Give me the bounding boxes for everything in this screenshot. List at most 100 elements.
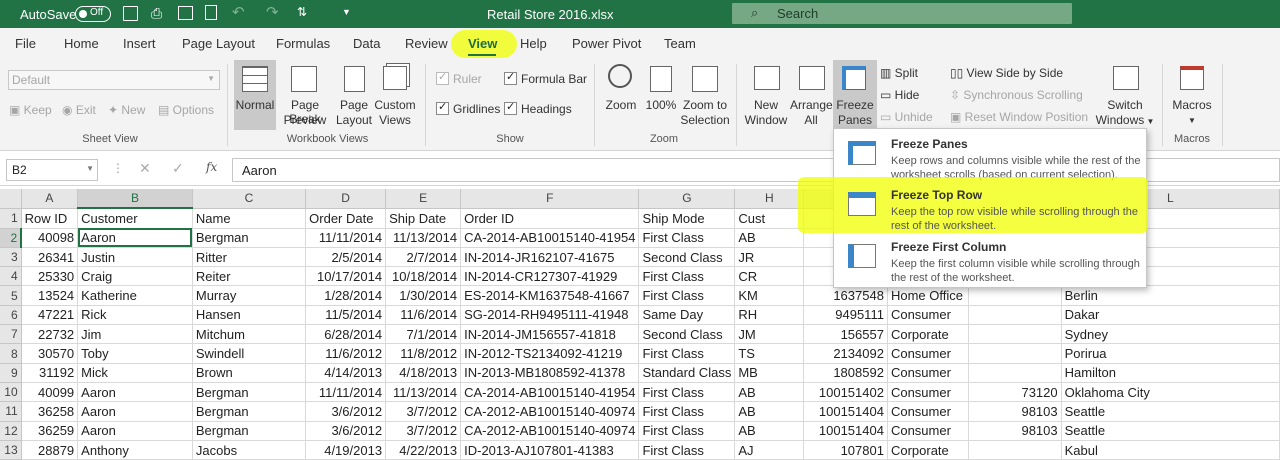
- tab-team[interactable]: Team: [664, 36, 696, 51]
- cell[interactable]: AB: [734, 228, 805, 248]
- cell[interactable]: 3/6/2012: [305, 401, 387, 422]
- enter-icon[interactable]: ✓: [172, 160, 184, 177]
- column-header[interactable]: F: [460, 189, 640, 209]
- cell[interactable]: IN-2012-TS2134092-41219: [460, 343, 640, 364]
- cell[interactable]: Swindell: [192, 343, 307, 364]
- cell[interactable]: CA-2012-AB10015140-40974: [460, 421, 640, 441]
- cell[interactable]: 2134092: [803, 343, 888, 364]
- cell[interactable]: CA-2014-AB10015140-41954: [460, 228, 640, 248]
- row-header[interactable]: 5: [0, 285, 22, 306]
- new-view-button[interactable]: ✦ New: [108, 103, 145, 117]
- cell[interactable]: 73120: [968, 382, 1062, 403]
- view-side-by-side-button[interactable]: ▯▯ View Side by Side: [950, 66, 1063, 80]
- keep-button[interactable]: ▣ Keep: [9, 103, 52, 117]
- cell[interactable]: 2/7/2014: [385, 247, 462, 268]
- cell[interactable]: Home Office: [887, 285, 970, 306]
- cell[interactable]: AB: [734, 401, 805, 422]
- cell[interactable]: Second Class: [638, 247, 736, 268]
- table-icon[interactable]: [178, 6, 193, 20]
- cell[interactable]: Consumer: [887, 421, 970, 441]
- cell[interactable]: Second Class: [638, 324, 736, 345]
- menu-item-freeze-first-column[interactable]: Freeze First Column Keep the first colum…: [834, 234, 1146, 284]
- cell[interactable]: First Class: [638, 285, 736, 306]
- cell[interactable]: Aaron: [77, 382, 193, 403]
- tab-view[interactable]: View: [468, 36, 497, 51]
- page-break-preview-button[interactable]: Page Break Preview: [277, 60, 333, 130]
- cell[interactable]: 107801: [803, 440, 888, 460]
- cell[interactable]: Consumer: [887, 401, 970, 422]
- redo-icon[interactable]: ↷: [266, 3, 279, 21]
- cell[interactable]: Hamilton: [1061, 363, 1280, 383]
- tab-formulas[interactable]: Formulas: [276, 36, 330, 51]
- tab-power-pivot[interactable]: Power Pivot: [572, 36, 641, 51]
- cell[interactable]: ES-2014-KM1637548-41667: [460, 285, 640, 306]
- cell[interactable]: IN-2014-JM156557-41818: [460, 324, 640, 345]
- column-header[interactable]: C: [192, 189, 307, 209]
- cell[interactable]: Seattle: [1061, 421, 1280, 441]
- cell[interactable]: 6/28/2014: [305, 324, 387, 345]
- cell[interactable]: AB: [734, 382, 805, 403]
- gridlines-checkbox[interactable]: Gridlines: [436, 100, 500, 116]
- cell[interactable]: [968, 363, 1062, 383]
- cell[interactable]: 100151402: [803, 382, 888, 403]
- cell[interactable]: KM: [734, 285, 805, 306]
- search-box[interactable]: ⌕ Search: [732, 3, 1072, 24]
- cell[interactable]: 13524: [21, 285, 79, 306]
- cell[interactable]: IN-2013-MB1808592-41378: [460, 363, 640, 383]
- freeze-panes-button[interactable]: Freeze Panes ▼: [833, 60, 877, 142]
- cell[interactable]: 3/7/2012: [385, 421, 462, 441]
- cell[interactable]: 40099: [21, 382, 79, 403]
- split-button[interactable]: ▥ Split: [880, 66, 918, 80]
- cell[interactable]: 3/6/2012: [305, 421, 387, 441]
- cell[interactable]: 1/30/2014: [385, 285, 462, 306]
- cell[interactable]: 11/5/2014: [305, 305, 387, 326]
- row-header[interactable]: 9: [0, 363, 22, 383]
- page-layout-button[interactable]: Page Layout: [335, 60, 373, 130]
- cell[interactable]: First Class: [638, 382, 736, 403]
- cell[interactable]: Row ID: [21, 208, 79, 229]
- hide-button[interactable]: ▭ Hide: [880, 88, 919, 102]
- cell[interactable]: [968, 440, 1062, 460]
- cell[interactable]: Berlin: [1061, 285, 1280, 306]
- cell[interactable]: 26341: [21, 247, 79, 268]
- cell[interactable]: [968, 343, 1062, 364]
- cell[interactable]: Order ID: [460, 208, 640, 229]
- cell[interactable]: Order Date: [305, 208, 387, 229]
- cell[interactable]: Consumer: [887, 343, 970, 364]
- cell[interactable]: 4/14/2013: [305, 363, 387, 383]
- cell[interactable]: CA-2014-AB10015140-41954: [460, 382, 640, 403]
- cell[interactable]: 1637548: [803, 285, 888, 306]
- cell[interactable]: Kabul: [1061, 440, 1280, 460]
- cell[interactable]: 28879: [21, 440, 79, 460]
- headings-checkbox[interactable]: Headings: [504, 100, 572, 116]
- cell[interactable]: First Class: [638, 421, 736, 441]
- cell[interactable]: Aaron: [77, 401, 193, 422]
- sheet-view-select[interactable]: Default ▼: [8, 70, 220, 90]
- cell[interactable]: Seattle: [1061, 401, 1280, 422]
- cell[interactable]: MB: [734, 363, 805, 383]
- row-header[interactable]: 6: [0, 305, 22, 326]
- cell[interactable]: 40098: [21, 228, 79, 248]
- column-header[interactable]: A: [21, 189, 79, 209]
- cell[interactable]: ID-2013-AJ107801-41383: [460, 440, 640, 460]
- customize-qat-icon[interactable]: ▼: [342, 7, 351, 17]
- cell[interactable]: Bergman: [192, 421, 307, 441]
- unhide-button[interactable]: ▭ Unhide: [880, 110, 933, 124]
- switch-windows-button[interactable]: Switch Windows ▼: [1095, 60, 1155, 130]
- cell[interactable]: 156557: [803, 324, 888, 345]
- cell[interactable]: 11/8/2012: [385, 343, 462, 364]
- tab-home[interactable]: Home: [64, 36, 99, 51]
- cell[interactable]: Jim: [77, 324, 193, 345]
- cell[interactable]: 10/18/2014: [385, 266, 462, 287]
- cell[interactable]: Katherine: [77, 285, 193, 306]
- row-header[interactable]: 8: [0, 343, 22, 364]
- name-box[interactable]: B2 ▼: [6, 159, 98, 181]
- insert-function-icon[interactable]: fx: [206, 160, 217, 174]
- cell[interactable]: 11/11/2014: [305, 382, 387, 403]
- undo-icon[interactable]: ↶: [232, 3, 245, 21]
- row-header[interactable]: 10: [0, 382, 22, 403]
- cell[interactable]: 31192: [21, 363, 79, 383]
- cell[interactable]: 11/11/2014: [305, 228, 387, 248]
- cell[interactable]: Standard Class: [638, 363, 736, 383]
- cell[interactable]: 4/18/2013: [385, 363, 462, 383]
